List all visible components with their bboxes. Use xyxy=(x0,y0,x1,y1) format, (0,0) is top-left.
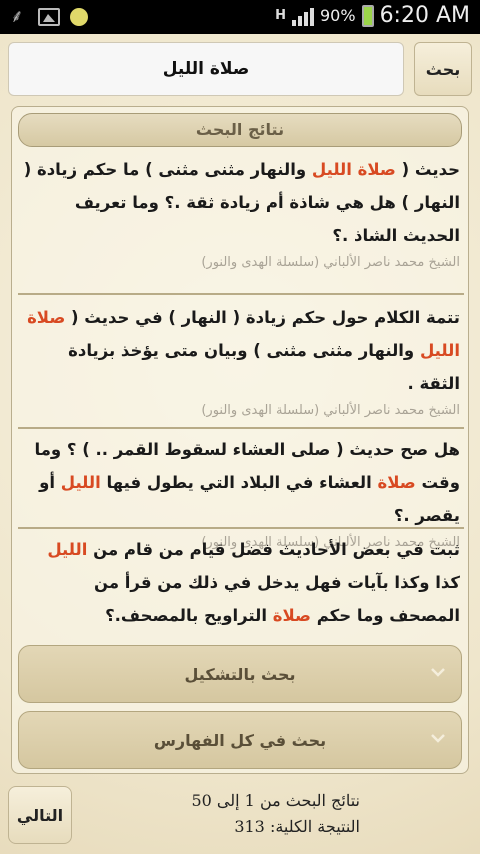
signal-icon xyxy=(292,6,314,26)
results-total: النتيجة الكلية: 313 xyxy=(234,817,360,836)
pagination-info: نتائج البحث من 1 إلى 50 النتيجة الكلية: … xyxy=(191,788,360,840)
question-text: والنهار مثنى مثنى ) وبيان متى يؤخذ بزياد… xyxy=(68,341,460,393)
battery-percent: 90% xyxy=(320,6,356,25)
question-text: تتمة الكلام حول حكم زيادة ( النهار ) في … xyxy=(65,308,460,327)
result-item[interactable]: حديث ( صلاة الليل والنهار مثنى مثنى ) ما… xyxy=(16,153,466,274)
result-question: ثبت في بعض الأحاديث فضل قيام من قام من ا… xyxy=(22,533,460,632)
result-question: تتمة الكلام حول حكم زيادة ( النهار ) في … xyxy=(22,301,460,400)
result-item[interactable]: ثبت في بعض الأحاديث فضل قيام من قام من ا… xyxy=(16,533,466,632)
clock: 6:20 AM xyxy=(379,3,470,28)
divider xyxy=(18,427,464,429)
question-text: التراويح بالمصحف.؟ xyxy=(105,606,273,625)
usb-icon: ⸙ xyxy=(10,6,24,27)
question-text: ثبت في بعض الأحاديث فضل قيام من قام من xyxy=(87,540,460,559)
results-header: نتائج البحث xyxy=(18,113,462,147)
highlight-term: صلاة xyxy=(272,606,311,625)
highlight-term: الليل xyxy=(47,540,88,559)
question-text: حديث ( xyxy=(395,160,460,179)
hspa-icon: H xyxy=(275,8,286,23)
notification-dot-icon xyxy=(70,8,88,26)
chevron-down-icon xyxy=(431,668,445,677)
accordion-label: بحث في كل الفهارس xyxy=(153,731,327,750)
result-question: حديث ( صلاة الليل والنهار مثنى مثنى ) ما… xyxy=(22,153,460,252)
search-bar: بحث xyxy=(8,42,472,98)
result-item[interactable]: تتمة الكلام حول حكم زيادة ( النهار ) في … xyxy=(16,301,466,422)
highlight-term: صلاة الليل xyxy=(311,160,396,179)
battery-charging-icon xyxy=(361,4,374,27)
chevron-down-icon xyxy=(431,734,445,743)
status-bar: ⸙ H 90% 6:20 AM xyxy=(0,0,480,34)
accordion-label: بحث بالتشكيل xyxy=(184,665,296,684)
results-panel: نتائج البحث حديث ( صلاة الليل والنهار مث… xyxy=(11,106,469,774)
result-source: الشيخ محمد ناصر الألباني (سلسلة الهدى وا… xyxy=(201,255,460,270)
search-button[interactable]: بحث xyxy=(414,42,472,96)
divider xyxy=(18,527,464,529)
all-indexes-search-toggle[interactable]: بحث في كل الفهارس xyxy=(18,711,462,769)
app-content: بحث نتائج البحث حديث ( صلاة الليل والنها… xyxy=(0,34,480,854)
question-text: العشاء في البلاد التي يطول فيها xyxy=(100,473,378,492)
highlight-term: صلاة xyxy=(377,473,416,492)
result-question: هل صح حديث ( صلى العشاء لسقوط القمر .. )… xyxy=(22,433,461,532)
next-page-button[interactable]: التالي xyxy=(8,786,72,844)
image-icon xyxy=(38,8,60,26)
divider xyxy=(18,293,464,295)
highlight-term: الليل xyxy=(60,473,101,492)
results-range: نتائج البحث من 1 إلى 50 xyxy=(191,791,360,810)
result-source: الشيخ محمد ناصر الألباني (سلسلة الهدى وا… xyxy=(201,403,460,418)
diacritics-search-toggle[interactable]: بحث بالتشكيل xyxy=(18,645,462,703)
search-input[interactable] xyxy=(8,42,404,96)
